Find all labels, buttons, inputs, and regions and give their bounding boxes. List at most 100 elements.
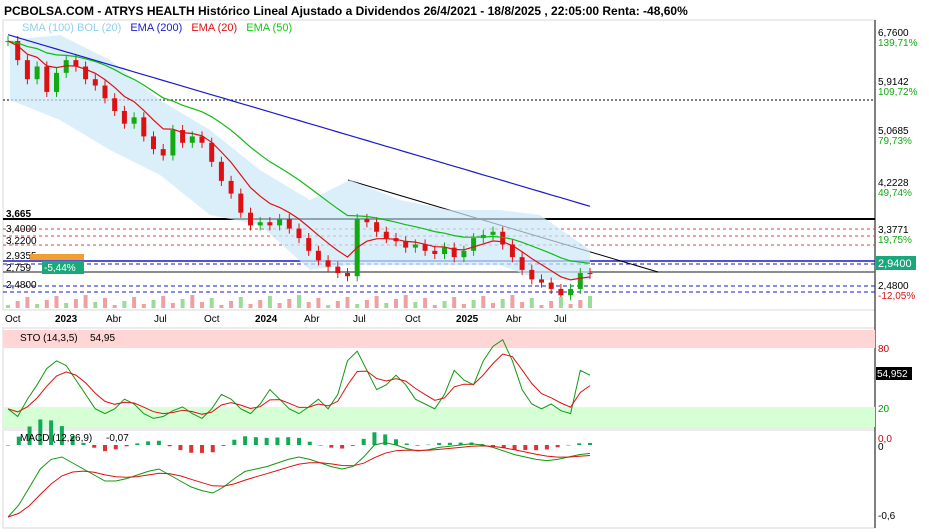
y-tick-pct: 79,73% xyxy=(878,136,912,147)
macd-hist-bar xyxy=(6,445,10,446)
macd-hist-bar xyxy=(275,437,280,445)
volume-bar xyxy=(277,303,282,308)
macd-hist-bar xyxy=(92,445,97,448)
macd-hist-bar xyxy=(340,445,345,449)
y-tick-pct: -12,05% xyxy=(878,291,915,302)
volume-bar xyxy=(461,304,466,308)
candle-body xyxy=(422,244,428,251)
volume-bar xyxy=(364,300,369,308)
macd-hist-bar xyxy=(523,445,528,451)
macd-hist-bar xyxy=(588,442,592,445)
volume-bar xyxy=(568,304,573,308)
volume-bar xyxy=(170,303,175,308)
macd-hist-bar xyxy=(113,445,118,450)
macd-hist-bar xyxy=(253,437,258,445)
macd-hist-bar xyxy=(297,437,301,445)
macd-hist-bar xyxy=(577,443,582,445)
candle-body xyxy=(325,260,331,267)
macd-hist-bar xyxy=(350,445,355,446)
volume-bar xyxy=(200,302,204,308)
left-orange-marker xyxy=(30,254,84,260)
candle-body xyxy=(315,250,321,261)
candle-body xyxy=(548,282,554,289)
volume-bar xyxy=(335,301,340,308)
volume-bar xyxy=(141,304,146,308)
volume-bar xyxy=(151,300,156,308)
candle-body xyxy=(374,222,380,232)
x-tick-label: Oct xyxy=(204,314,220,325)
macd-hist-bar xyxy=(178,445,183,451)
macd-hist-bar xyxy=(124,445,129,447)
volume-bar xyxy=(190,295,195,308)
volume-bar xyxy=(306,302,311,308)
candle-body xyxy=(461,250,467,258)
macd-hist-bar xyxy=(243,436,248,445)
sto-oversold-band xyxy=(3,407,875,427)
sto-value: 54,95 xyxy=(90,333,115,344)
macd-hist-bar xyxy=(286,437,291,445)
candle-body xyxy=(248,212,253,226)
left-level-label: 3,665 xyxy=(6,209,31,220)
volume-bar xyxy=(452,297,457,308)
macd-hist-bar xyxy=(103,445,107,452)
y-tick-pct: 139,71% xyxy=(878,38,918,49)
candle-body xyxy=(257,222,263,226)
volume-bar xyxy=(345,297,350,308)
price-panel-frame xyxy=(2,19,876,311)
volume-bar xyxy=(83,295,88,308)
macd-hist-bar xyxy=(210,445,215,453)
x-tick-label: Abr xyxy=(506,314,522,325)
macd-line xyxy=(7,442,591,518)
volume-bar xyxy=(122,301,127,308)
volume-bar xyxy=(6,305,10,308)
macd-value: -0,07 xyxy=(106,433,129,444)
y-tick-pct: 49,74% xyxy=(878,188,912,199)
volume-bar xyxy=(355,304,360,308)
candle-body xyxy=(296,228,302,239)
candle-body xyxy=(112,98,118,111)
candle-body xyxy=(277,219,283,226)
volume-bar xyxy=(481,296,486,308)
volume-bar xyxy=(93,302,98,308)
candle-body xyxy=(490,231,496,235)
sto-k-line xyxy=(7,338,591,420)
macd-hist-bar xyxy=(447,442,452,445)
volume-bar xyxy=(384,303,389,308)
x-tick-label: 2023 xyxy=(55,314,78,325)
y-tick-pct: 109,72% xyxy=(878,87,918,98)
macd-hist-bar xyxy=(544,445,549,450)
macd-hist-bar xyxy=(555,445,560,448)
x-axis-ticks: Oct 2023 Abr Jul Oct 2024 Abr Jul Oct 2025 Abr Jul xyxy=(5,314,567,325)
macd-hist-bar xyxy=(566,444,571,446)
candle-body xyxy=(170,130,176,156)
macd-hist-bar xyxy=(426,444,431,446)
macd-label: MACD (12,26,9) xyxy=(20,433,92,444)
volume-bar xyxy=(326,305,331,308)
macd-hist-bar xyxy=(307,441,312,445)
macd-hist-bar xyxy=(232,439,237,445)
macd-hist-bar xyxy=(156,440,161,445)
candle-body xyxy=(24,60,30,80)
volume-bar xyxy=(44,300,49,308)
left-level-labels: 3,6653,40003,22002,93552,7592,4800 xyxy=(6,209,37,291)
candle-body xyxy=(160,149,166,156)
x-tick-label: 2025 xyxy=(456,314,479,325)
x-tick-label: 2024 xyxy=(255,314,278,325)
volume-bar xyxy=(258,300,263,308)
chart-svg: Oct 2023 Abr Jul Oct 2024 Abr Jul Oct 2025 Abr Jul … xyxy=(2,19,918,529)
candle-body xyxy=(412,244,418,248)
macd-hist-bar xyxy=(135,443,140,445)
volume-bar xyxy=(510,295,515,308)
macd-hist-bar xyxy=(372,432,377,445)
volume-bar xyxy=(219,305,224,308)
volume-bar xyxy=(442,301,447,308)
candle-body xyxy=(306,238,312,251)
candle-body xyxy=(151,136,156,150)
candle-body xyxy=(558,288,564,296)
macd-tick-0: 0 xyxy=(878,442,884,453)
candle-body xyxy=(238,193,244,213)
volume-bar xyxy=(248,304,253,308)
macd-tick-neg06: -0,6 xyxy=(878,511,896,522)
candle-body xyxy=(539,279,544,283)
macd-hist-bar xyxy=(167,445,172,447)
